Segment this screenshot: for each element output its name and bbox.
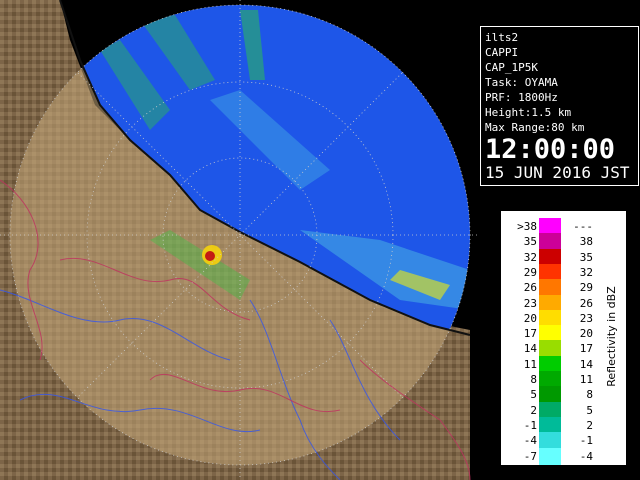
product-name: CAPPI — [485, 46, 519, 59]
site-name: ilts2 — [485, 31, 519, 44]
task-label: Task: OYAMA — [485, 76, 558, 89]
time-label: 12:00:00 — [485, 134, 616, 165]
date-label: 15 JUN 2016 JST — [485, 163, 630, 182]
legend-swatch — [539, 447, 561, 465]
max-range-label: Max Range:80 km — [485, 121, 585, 134]
reflectivity-legend: >38 --- 35 38 32 35 29 32 26 29 23 26 20 23 17 20 14 17 11… — [500, 210, 627, 466]
prf-label: PRF: 1800Hz — [485, 91, 558, 104]
legend-low-value: -7 — [523, 449, 537, 463]
legend-unit: Reflectivity in dBZ — [601, 236, 621, 436]
legend-row: -7 -4 — [501, 447, 601, 465]
height-label: Height:1.5 km — [485, 106, 572, 119]
legend-unit-label: Reflectivity in dBZ — [604, 285, 618, 387]
info-panel: ilts2 CAPPI CAP_1P5K Task: OYAMA PRF: 18… — [480, 26, 639, 186]
product-code: CAP_1P5K — [485, 61, 538, 74]
legend-high-value: -4 — [579, 449, 593, 463]
